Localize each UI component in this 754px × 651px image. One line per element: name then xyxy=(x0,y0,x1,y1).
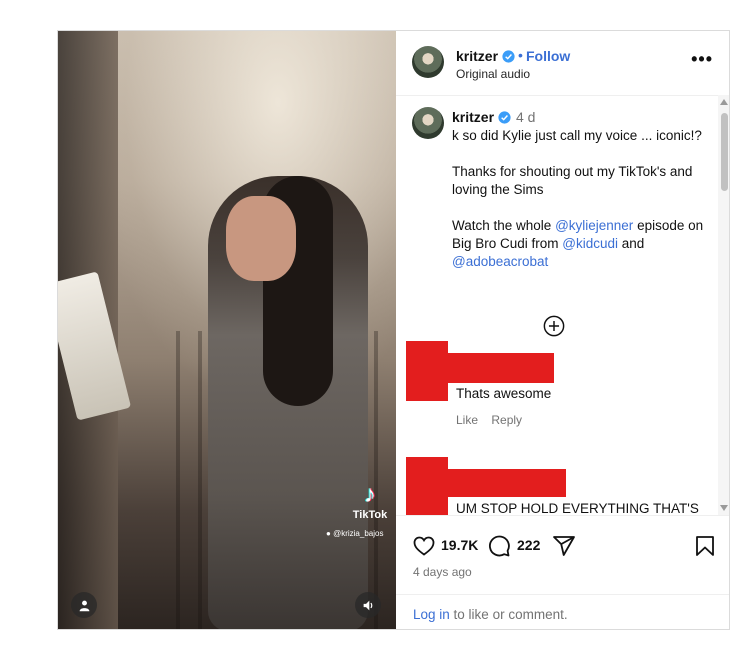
reply-comment-button[interactable]: Reply xyxy=(491,413,522,427)
comments-section: kritzer 4 d k so did Kylie just call my … xyxy=(396,95,716,515)
tiktok-watermark-user: ● @krizia_bajos xyxy=(326,529,384,538)
redacted-username xyxy=(448,469,566,497)
tagged-user-button[interactable] xyxy=(71,592,97,618)
comment-text: Thats awesome xyxy=(456,386,552,401)
login-link[interactable]: Log in xyxy=(413,607,450,622)
comment-icon[interactable] xyxy=(487,534,511,558)
audio-toggle-button[interactable] xyxy=(355,592,381,618)
header-separator: • xyxy=(518,47,523,63)
verified-badge-icon xyxy=(502,50,515,63)
user-icon xyxy=(79,600,89,611)
author-avatar[interactable] xyxy=(412,46,444,78)
author-username[interactable]: kritzer xyxy=(456,48,515,64)
follow-button[interactable]: Follow xyxy=(526,48,570,64)
caption-line: Thanks for shouting out my TikTok's and … xyxy=(452,164,693,197)
redacted-avatar xyxy=(406,341,448,401)
post-date: 4 days ago xyxy=(413,565,472,579)
scrollbar-thumb[interactable] xyxy=(721,113,728,191)
comments-scrollbar[interactable] xyxy=(718,95,729,515)
scroll-up-arrow-icon[interactable] xyxy=(720,99,728,105)
mention-link[interactable]: @kidcudi xyxy=(562,236,618,251)
caption-avatar[interactable] xyxy=(412,107,444,139)
caption-text: k so did Kylie just call my voice ... ic… xyxy=(452,127,707,289)
like-comment-button[interactable]: Like xyxy=(456,413,478,427)
comment-meta: Like Reply xyxy=(456,413,532,427)
speaker-icon xyxy=(363,600,372,610)
comment-text: UM STOP HOLD EVERYTHING THAT'S DEAR BC I… xyxy=(456,501,699,515)
share-icon[interactable] xyxy=(552,534,576,558)
tiktok-watermark-label: TikTok xyxy=(352,509,388,521)
tiktok-icon: ♪ xyxy=(364,481,376,508)
more-options-button[interactable]: ••• xyxy=(691,49,713,70)
load-more-comments-icon[interactable] xyxy=(543,315,565,337)
post-sidebar: kritzer • Follow Original audio ••• krit… xyxy=(396,31,729,629)
login-prompt: Log in to like or comment. xyxy=(413,607,568,622)
instagram-post: ♪ TikTok ● @krizia_bajos kritzer • Follo… xyxy=(57,30,730,630)
redacted-username xyxy=(448,353,554,383)
redacted-avatar xyxy=(406,457,448,515)
scroll-down-arrow-icon[interactable] xyxy=(720,505,728,511)
mention-link[interactable]: @adobeacrobat xyxy=(452,254,548,269)
post-video[interactable]: ♪ TikTok ● @krizia_bajos xyxy=(58,31,396,629)
post-actions: 19.7K 222 4 days ago Log in to like or c… xyxy=(396,515,729,629)
comment-count: 222 xyxy=(517,537,541,553)
caption-line: Watch the whole @kyliejenner episode on … xyxy=(452,218,704,269)
caption-username[interactable]: kritzer xyxy=(452,109,511,125)
video-person-face xyxy=(226,196,296,281)
caption-line: k so did Kylie just call my voice ... ic… xyxy=(452,128,702,143)
mention-link[interactable]: @kyliejenner xyxy=(555,218,633,233)
user-icon-small: ● xyxy=(326,529,331,538)
post-header: kritzer • Follow Original audio ••• xyxy=(396,31,729,96)
caption-timestamp: 4 d xyxy=(516,109,536,125)
bookmark-icon[interactable] xyxy=(693,534,717,558)
divider xyxy=(396,594,729,595)
heart-icon[interactable] xyxy=(412,534,436,558)
like-count: 19.7K xyxy=(441,537,479,553)
audio-link[interactable]: Original audio xyxy=(456,67,530,81)
tiktok-watermark: ♪ TikTok xyxy=(350,481,390,522)
verified-badge-icon xyxy=(498,111,511,124)
